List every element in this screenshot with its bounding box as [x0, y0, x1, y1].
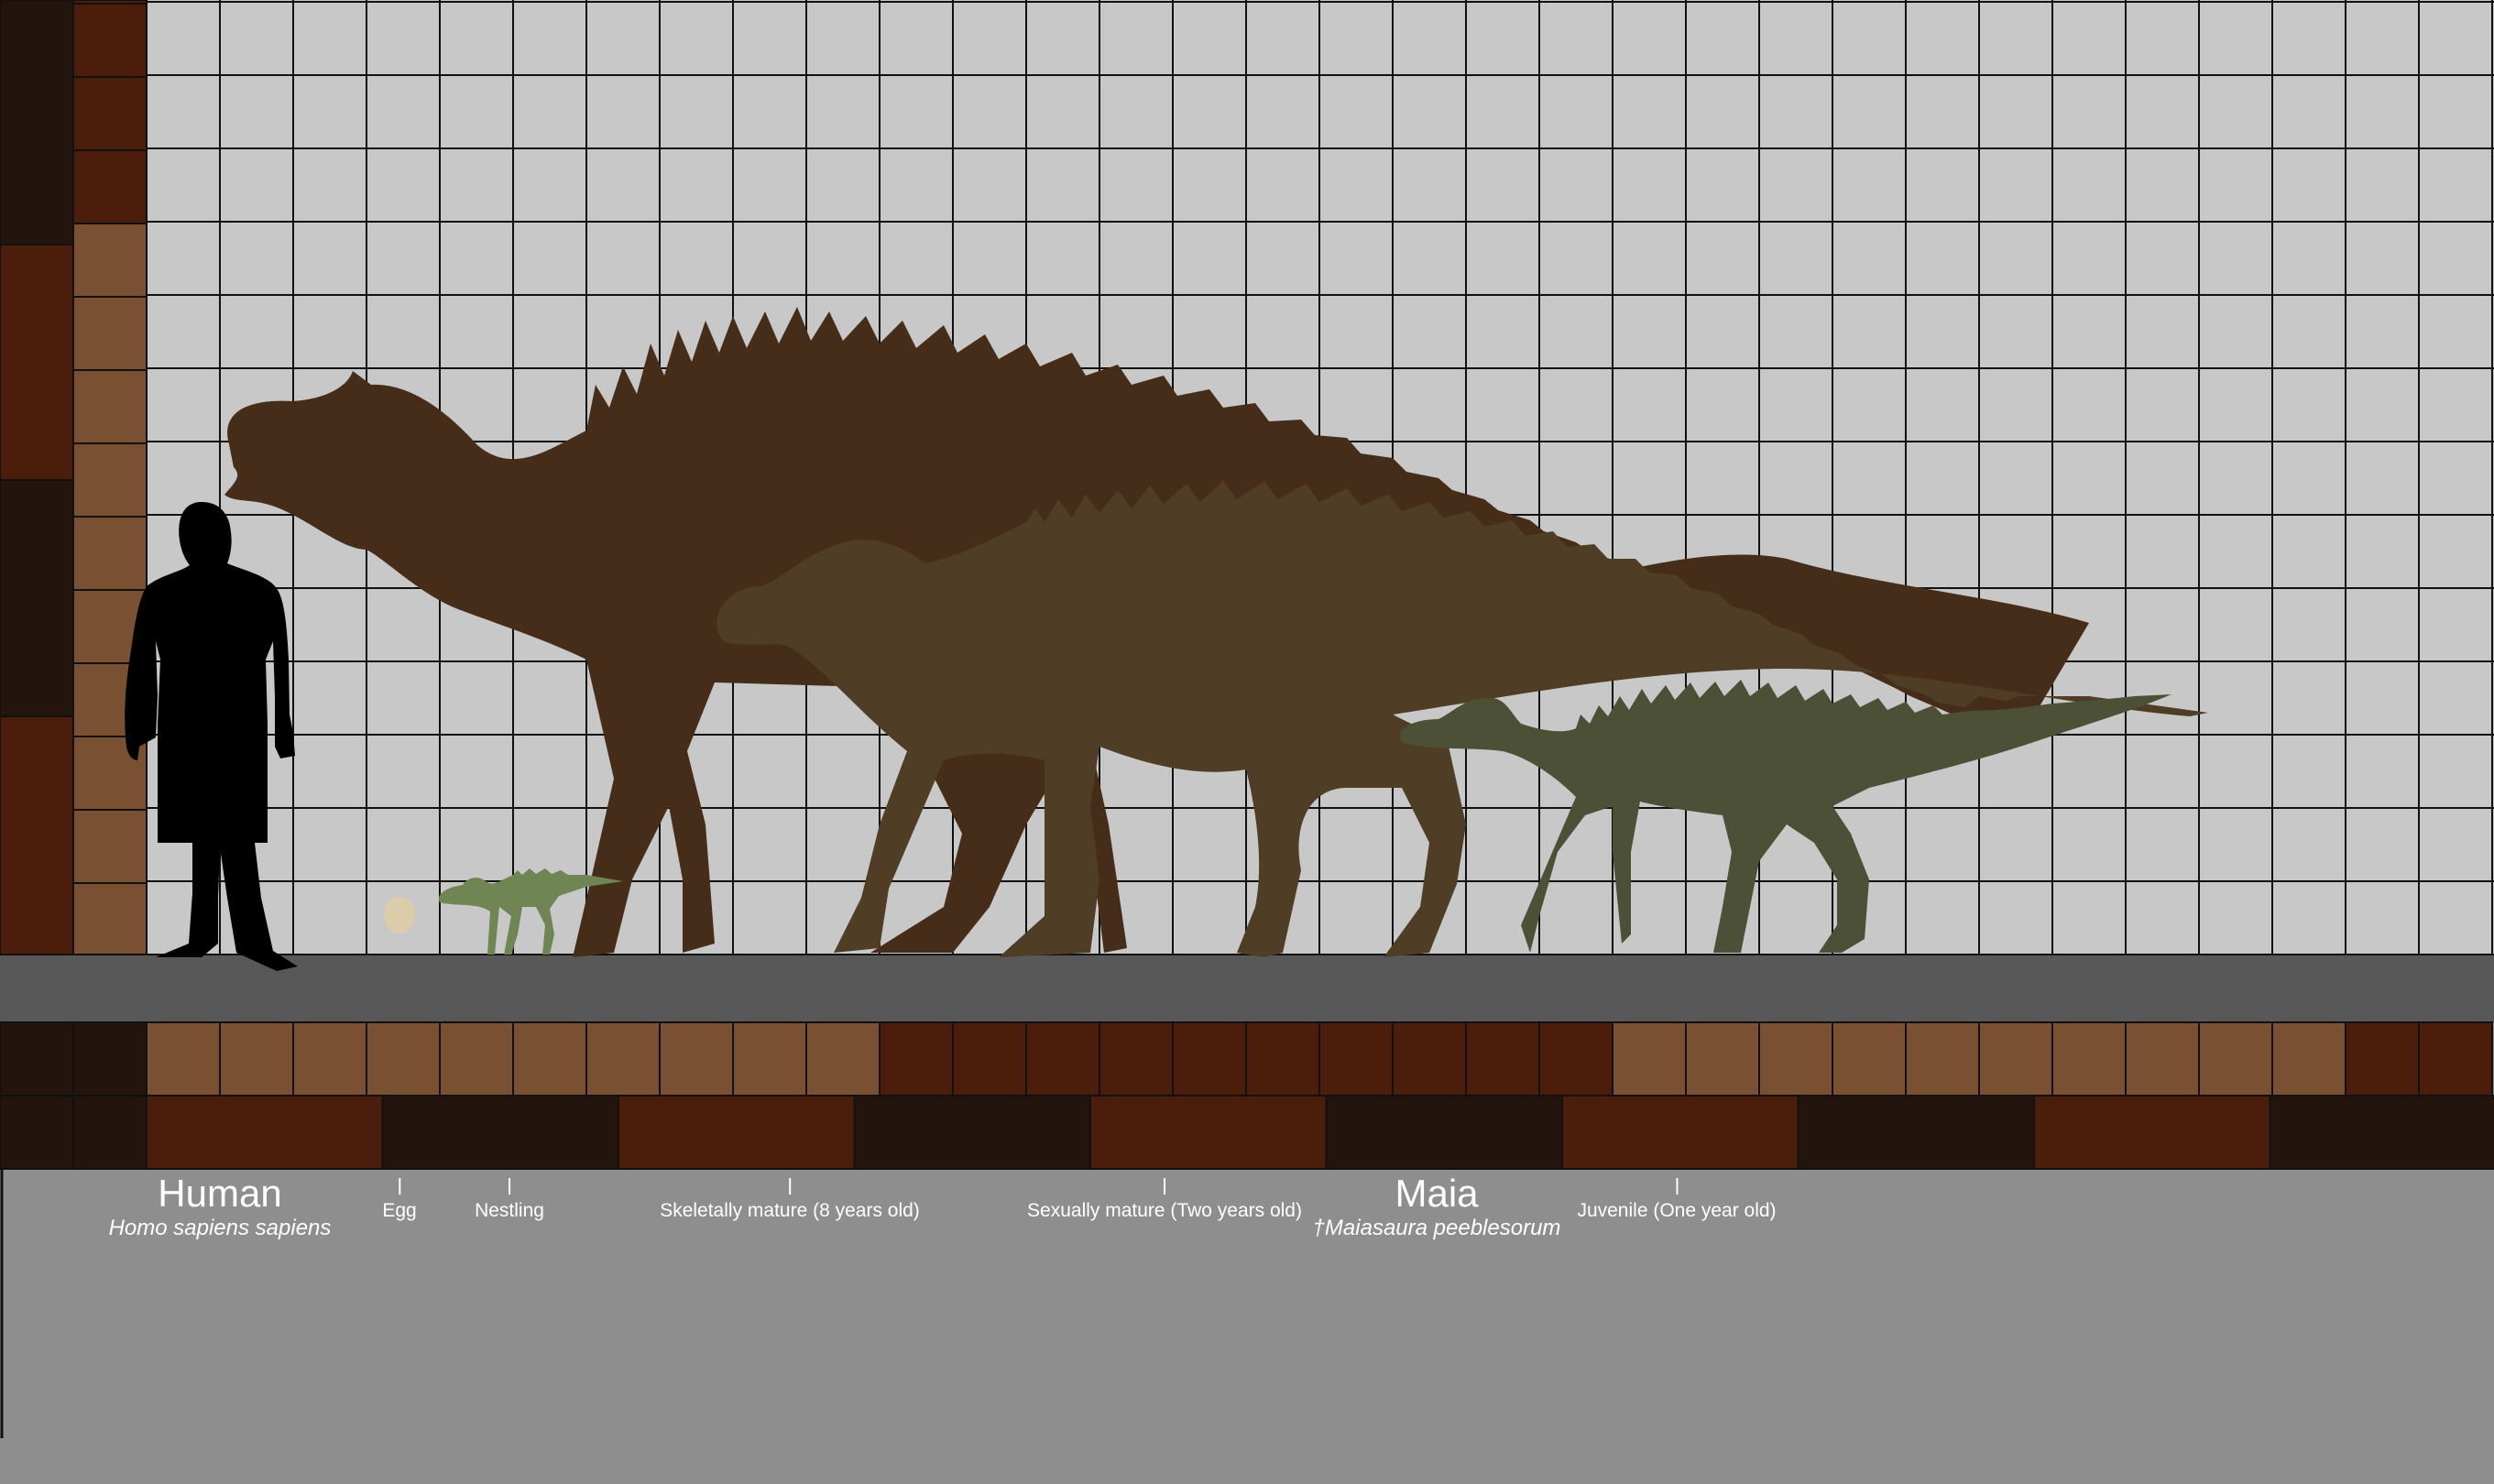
scale-unit: [2271, 1021, 2346, 1097]
maia-name: Maia: [1395, 1172, 1479, 1215]
scale-unit: [2345, 1021, 2420, 1097]
egg-shape: [384, 897, 415, 933]
scale-unit: [72, 442, 148, 518]
scale-unit: [72, 882, 148, 957]
scale-block: [1089, 1095, 1328, 1170]
bottom-scale-bar: [0, 1021, 2494, 1438]
juvenile-text: Juvenile (One year old): [1577, 1200, 1777, 1221]
human-name: Human: [158, 1172, 282, 1215]
nestling-text: Nestling: [475, 1200, 544, 1221]
scale-block: [1561, 1095, 1799, 1170]
left-scale-bar: [0, 0, 148, 957]
scale-unit: [366, 1021, 441, 1097]
scale-unit: [1612, 1021, 1687, 1097]
scale-unit: [2198, 1021, 2273, 1097]
nestling-label: Nestling: [475, 1178, 544, 1222]
scale-unit: [659, 1021, 734, 1097]
scale-block: [72, 1095, 148, 1170]
maia-species: †Maiasaura peeblesorum: [1312, 1216, 1561, 1240]
scale-unit: [219, 1021, 294, 1097]
scale-unit: [72, 76, 148, 151]
size-comparison-diagram: [0, 0, 2494, 1438]
scale-block: [2269, 1095, 2494, 1170]
scale-unit: [1465, 1021, 1540, 1097]
scale-unit: [2418, 1021, 2493, 1097]
scale-unit: [2051, 1021, 2127, 1097]
skeletal-label: Skeletally mature (8 years old): [660, 1178, 920, 1222]
skeletal-text: Skeletally mature (8 years old): [660, 1200, 920, 1221]
scale-unit: [72, 1021, 148, 1097]
scale-unit: [805, 1021, 881, 1097]
scale-unit: [1978, 1021, 2053, 1097]
scale-block: [0, 479, 74, 717]
scale-block: [1797, 1095, 2035, 1170]
scale-block: [853, 1095, 1091, 1170]
scale-unit: [1392, 1021, 1467, 1097]
scale-unit: [72, 296, 148, 371]
scale-unit: [1245, 1021, 1320, 1097]
sexual-text: Sexually mature (Two years old): [1027, 1200, 1302, 1221]
scale-unit: [879, 1021, 954, 1097]
scale-unit: [72, 149, 148, 224]
scale-unit: [72, 0, 148, 5]
scale-unit: [0, 1021, 74, 1097]
scale-unit: [72, 223, 148, 298]
ground-strip: [0, 955, 2494, 1022]
human-label: Human Homo sapiens sapiens: [109, 1173, 332, 1242]
scale-unit: [1025, 1021, 1100, 1097]
egg-label: Egg: [382, 1178, 417, 1222]
scale-unit: [1905, 1021, 1980, 1097]
scale-unit: [952, 1021, 1027, 1097]
scale-unit: [72, 516, 148, 591]
scale-unit: [1538, 1021, 1613, 1097]
scale-unit: [732, 1021, 807, 1097]
scale-block: [0, 715, 74, 955]
scale-unit: [1685, 1021, 1760, 1097]
scale-unit: [1172, 1021, 1247, 1097]
scale-block: [618, 1095, 856, 1170]
scale-unit: [585, 1021, 661, 1097]
maia-label: Maia †Maiasaura peeblesorum: [1313, 1173, 1561, 1242]
scale-unit: [1099, 1021, 1174, 1097]
human-species: Homo sapiens sapiens: [108, 1216, 332, 1240]
scale-unit: [72, 369, 148, 444]
scale-block: [0, 244, 74, 481]
scale-block: [1325, 1095, 1563, 1170]
scale-unit: [1832, 1021, 1907, 1097]
scale-block: [146, 1095, 384, 1170]
scale-unit: [146, 1021, 221, 1097]
sexual-label: Sexually mature (Two years old): [1027, 1178, 1302, 1222]
scale-block: [0, 1095, 74, 1170]
scale-block: [381, 1095, 619, 1170]
scale-block: [0, 0, 74, 246]
scale-unit: [1758, 1021, 1833, 1097]
scale-unit: [2125, 1021, 2200, 1097]
scale-block: [2033, 1095, 2271, 1170]
scale-unit: [439, 1021, 514, 1097]
juvenile-label: Juvenile (One year old): [1577, 1178, 1777, 1222]
scale-unit: [72, 809, 148, 884]
egg-text: Egg: [382, 1200, 417, 1221]
scale-unit: [72, 3, 148, 78]
scale-unit: [1318, 1021, 1394, 1097]
scale-unit: [292, 1021, 367, 1097]
scale-unit: [512, 1021, 587, 1097]
